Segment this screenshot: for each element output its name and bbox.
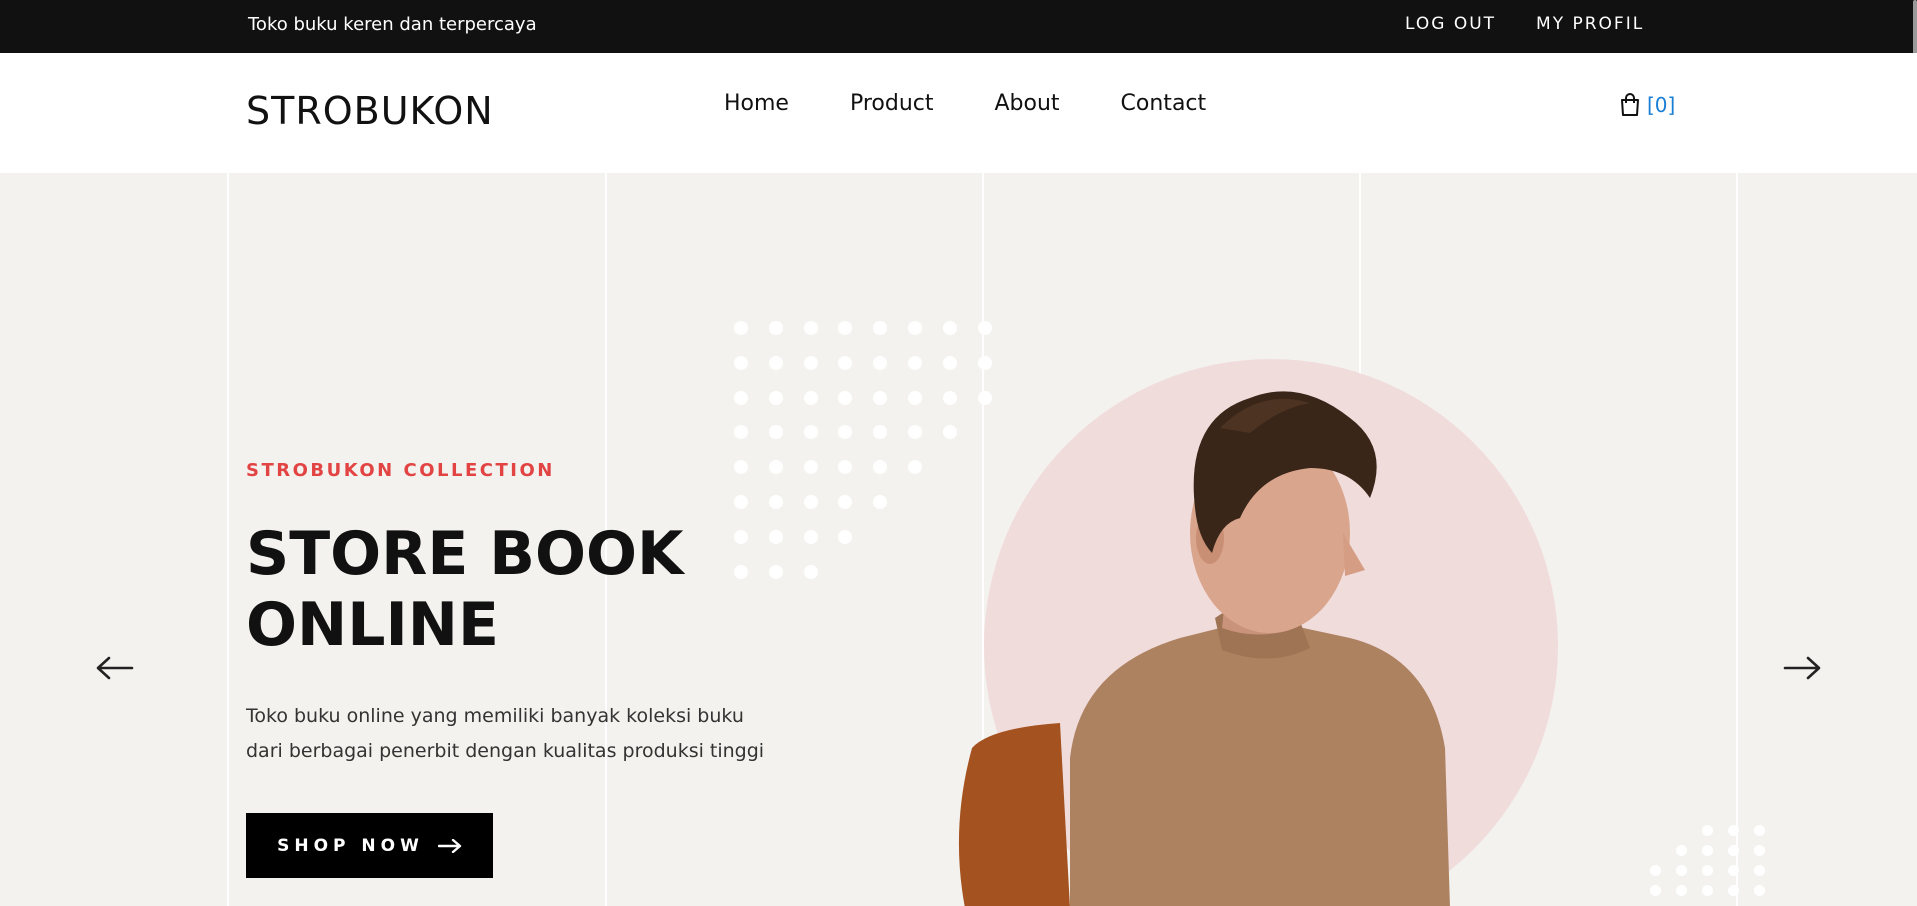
hero-title-line-2: ONLINE — [246, 590, 499, 660]
my-profile-link[interactable]: MY PROFIL — [1536, 14, 1644, 34]
pattern-dot — [1754, 825, 1765, 836]
pattern-dot — [1676, 865, 1687, 876]
pattern-dot — [768, 460, 783, 475]
pattern-dot — [1650, 885, 1661, 896]
cart-count: [0] — [1647, 93, 1676, 117]
nav-contact[interactable]: Contact — [1121, 91, 1207, 116]
pattern-dot — [803, 564, 818, 579]
hero-title-line-1: STORE BOOK — [246, 519, 684, 589]
pattern-dot — [1702, 885, 1713, 896]
pattern-dot — [838, 355, 853, 370]
model-photo — [958, 391, 1450, 906]
nav-product[interactable]: Product — [850, 91, 934, 116]
pattern-dot — [838, 390, 853, 405]
shopping-bag-icon — [1621, 93, 1639, 116]
pattern-dot — [1728, 825, 1739, 836]
pattern-dot — [838, 529, 853, 544]
hero-description: Toko buku online yang memiliki banyak ko… — [246, 705, 765, 762]
grid-line — [1736, 173, 1738, 906]
pattern-dot — [873, 425, 888, 440]
pattern-dot — [1702, 825, 1713, 836]
shop-now-button[interactable]: SHOP NOW — [246, 813, 493, 878]
pattern-dot — [908, 390, 922, 405]
logout-link[interactable]: LOG OUT — [1405, 14, 1496, 34]
logo[interactable]: STROBUKON — [246, 89, 494, 133]
pattern-dot — [803, 390, 818, 405]
pattern-dot — [803, 529, 818, 544]
nav-home[interactable]: Home — [724, 91, 789, 116]
pattern-dot — [1728, 885, 1739, 896]
shop-now-label: SHOP NOW — [277, 835, 424, 856]
pattern-dot — [1676, 885, 1687, 896]
pattern-dot — [768, 355, 783, 370]
tagline: Toko buku keren dan terpercaya — [248, 14, 537, 35]
pattern-dot — [873, 355, 888, 370]
pattern-dot — [908, 321, 922, 335]
nav-about[interactable]: About — [995, 91, 1060, 116]
pattern-dot — [768, 529, 783, 544]
pattern-dot — [803, 321, 818, 335]
pattern-dot — [1728, 845, 1739, 856]
grid-line — [227, 173, 229, 906]
pattern-dot — [768, 495, 783, 509]
pattern-dot — [803, 495, 818, 509]
pattern-dot — [1650, 865, 1661, 876]
pattern-dot — [1702, 845, 1713, 856]
main-nav: Home Product About Contact — [724, 91, 1267, 116]
pattern-dot — [734, 425, 748, 440]
collection-label: STROBUKON COLLECTION — [246, 460, 555, 481]
pattern-dot — [1702, 865, 1713, 876]
hero-title: STORE BOOK ONLINE — [246, 519, 766, 661]
pattern-dot — [803, 355, 818, 370]
cart-button[interactable]: [0] — [1619, 93, 1675, 117]
pattern-dot — [734, 321, 748, 335]
pattern-dot — [1676, 845, 1687, 856]
header: STROBUKON Home Product About Contact [0] — [0, 53, 1917, 173]
pattern-dot — [768, 390, 783, 405]
pattern-dot — [768, 564, 783, 579]
top-bar: Toko buku keren dan terpercaya LOG OUT M… — [0, 0, 1917, 53]
pattern-dot — [908, 425, 922, 440]
pattern-dot — [734, 495, 748, 509]
arrow-right-icon — [437, 838, 462, 853]
pattern-dot — [873, 460, 888, 475]
pattern-dot — [803, 460, 818, 475]
arrow-right-icon — [1783, 656, 1821, 680]
pattern-dot — [734, 355, 748, 370]
pattern-dot — [838, 460, 853, 475]
pattern-dot — [734, 460, 748, 475]
slider-next-button[interactable] — [1783, 656, 1821, 684]
pattern-dot — [873, 495, 888, 509]
pattern-dot — [1754, 865, 1765, 876]
hero-banner: STROBUKON COLLECTION STORE BOOK ONLINE T… — [0, 173, 1917, 906]
arrow-left-icon — [96, 656, 134, 680]
pattern-dot — [1728, 865, 1739, 876]
pattern-dot — [873, 321, 888, 335]
slider-prev-button[interactable] — [96, 656, 134, 684]
pattern-dot — [734, 390, 748, 405]
account-links: LOG OUT MY PROFIL — [1405, 14, 1644, 34]
pattern-dot — [838, 321, 853, 335]
pattern-dot — [768, 321, 783, 335]
pattern-dot — [803, 425, 818, 440]
pattern-dot — [1754, 885, 1765, 896]
pattern-dot — [838, 495, 853, 509]
pattern-dot — [908, 460, 922, 475]
pattern-dot — [1754, 845, 1765, 856]
pattern-dot — [908, 355, 922, 370]
pattern-dot — [838, 425, 853, 440]
pattern-dot — [768, 425, 783, 440]
pattern-dot — [873, 390, 888, 405]
